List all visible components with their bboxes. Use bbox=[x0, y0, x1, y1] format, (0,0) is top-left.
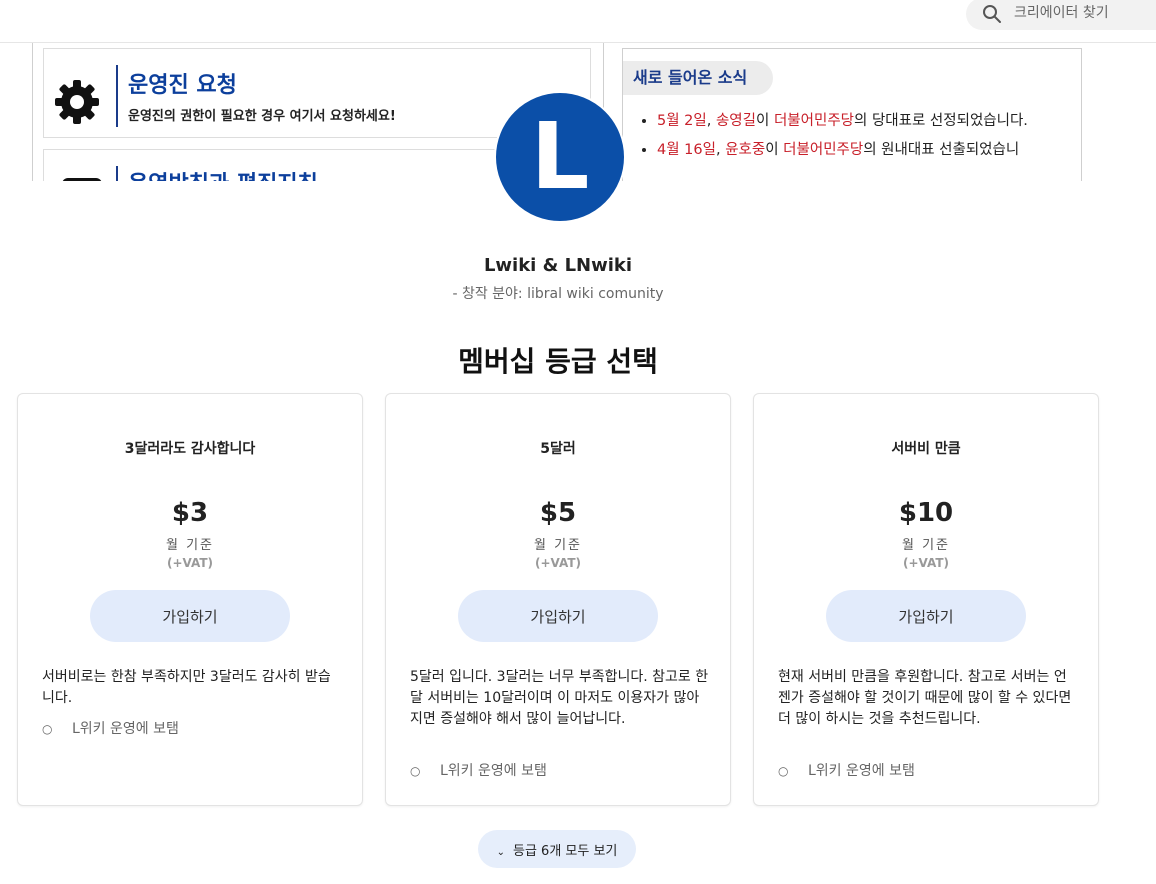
request-card-title: 운영진 요청 bbox=[128, 73, 237, 98]
benefit-text: L위키 운영에 보탬 bbox=[808, 763, 915, 779]
tier-benefit: ○ L위키 운영에 보탬 bbox=[778, 760, 1078, 780]
creator-name: Lwiki & LNwiki bbox=[483, 255, 633, 276]
news-item: 5월 2일, 송영길이 더불어민주당의 당대표로 선정되었습니다. bbox=[657, 109, 1065, 134]
benefit-text: L위키 운영에 보탬 bbox=[440, 763, 547, 779]
search-bar[interactable]: 크리에이터 찾기 bbox=[966, 0, 1156, 30]
policy-card-title: 운영방침과 편집지침 bbox=[128, 166, 318, 181]
news-text: 이 bbox=[765, 142, 784, 158]
tier-benefit: ○ L위키 운영에 보탬 bbox=[42, 718, 342, 738]
join-button[interactable]: 가입하기 bbox=[90, 590, 290, 642]
see-all-label: 등급 6개 모두 보기 bbox=[513, 843, 618, 859]
news-date: 4월 16일 bbox=[657, 142, 716, 158]
bullet-icon: ○ bbox=[410, 764, 421, 778]
gear-icon bbox=[55, 80, 99, 124]
book-icon bbox=[62, 178, 102, 181]
search-icon bbox=[983, 5, 1001, 23]
news-sep: , bbox=[715, 142, 726, 158]
tier-card-10: 서버비 만큼 $10 월 기준 (+VAT) 가입하기 현재 서버비 만큼을 후… bbox=[753, 393, 1099, 806]
news-item: 4월 16일, 윤호중이 더불어민주당의 원내대표 선출되었습니 bbox=[657, 138, 1065, 163]
tier-benefit: ○ L위키 운영에 보탬 bbox=[410, 760, 710, 780]
news-text: 의 원내대표 선출되었습니 bbox=[863, 142, 1020, 158]
news-tab-label: 새로 들어온 소식 bbox=[623, 61, 774, 95]
tier-name: 서버비 만큼 bbox=[891, 441, 961, 457]
news-text: 이 bbox=[756, 113, 774, 129]
see-all-tiers-button[interactable]: ⌄ 등급 6개 모두 보기 bbox=[478, 830, 636, 868]
news-party: 더불어민주당 bbox=[773, 113, 854, 129]
search-placeholder[interactable]: 크리에이터 찾기 bbox=[1014, 2, 1109, 22]
chevron-down-icon: ⌄ bbox=[496, 846, 505, 858]
tier-name: 3달러라도 감사합니다 bbox=[124, 441, 256, 457]
membership-title: 멤버십 등급 선택 bbox=[458, 345, 658, 378]
tier-period: 월 기준 bbox=[533, 538, 582, 553]
join-button[interactable]: 가입하기 bbox=[826, 590, 1026, 642]
tier-price: $10 bbox=[898, 498, 954, 528]
tier-card-3: 3달러라도 감사합니다 $3 월 기준 (+VAT) 가입하기 서버비로는 한참… bbox=[17, 393, 363, 806]
news-party: 더불어민주당 bbox=[783, 142, 864, 158]
news-text: 의 당대표로 선정되었습니다. bbox=[854, 113, 1028, 129]
accent-bar bbox=[116, 65, 118, 127]
tier-price: $3 bbox=[171, 498, 209, 528]
news-sep: , bbox=[706, 113, 716, 129]
top-bar: 크리에이터 찾기 bbox=[0, 0, 1156, 43]
news-list: 5월 2일, 송영길이 더불어민주당의 당대표로 선정되었습니다. 4월 16일… bbox=[637, 109, 1065, 167]
tier-period: 월 기준 bbox=[165, 538, 214, 553]
tier-name: 5달러 bbox=[540, 441, 576, 457]
avatar-letter: L bbox=[530, 103, 590, 210]
creator-category: - 창작 분야: libral wiki comunity bbox=[452, 286, 664, 302]
tier-description: 5달러 입니다. 3달러는 너무 부족합니다. 참고로 한달 서버비는 10달러… bbox=[410, 669, 709, 727]
tier-vat: (+VAT) bbox=[534, 556, 582, 570]
news-panel: 새로 들어온 소식 5월 2일, 송영길이 더불어민주당의 당대표로 선정되었습… bbox=[622, 48, 1082, 181]
creator-avatar: L bbox=[494, 91, 626, 223]
news-date: 5월 2일 bbox=[657, 113, 707, 129]
request-card-subtitle: 운영진의 권한이 필요한 경우 여기서 요청하세요! bbox=[128, 109, 396, 124]
tier-price: $5 bbox=[539, 498, 577, 528]
tier-period: 월 기준 bbox=[901, 538, 950, 553]
news-person: 윤호중 bbox=[725, 142, 766, 158]
tier-description: 현재 서버비 만큼을 후원합니다. 참고로 서버는 언젠가 증설해야 할 것이기… bbox=[778, 669, 1072, 727]
bullet-icon: ○ bbox=[778, 764, 789, 778]
news-person: 송영길 bbox=[715, 113, 756, 129]
bullet-icon: ○ bbox=[42, 722, 53, 736]
benefit-text: L위키 운영에 보탬 bbox=[72, 721, 179, 737]
tier-description: 서버비로는 한참 부족하지만 3달러도 감사히 받습니다. bbox=[42, 669, 331, 706]
tier-card-5: 5달러 $5 월 기준 (+VAT) 가입하기 5달러 입니다. 3달러는 너무… bbox=[385, 393, 731, 806]
tier-vat: (+VAT) bbox=[166, 556, 214, 570]
accent-bar bbox=[116, 166, 118, 181]
tier-vat: (+VAT) bbox=[902, 556, 950, 570]
join-button[interactable]: 가입하기 bbox=[458, 590, 658, 642]
